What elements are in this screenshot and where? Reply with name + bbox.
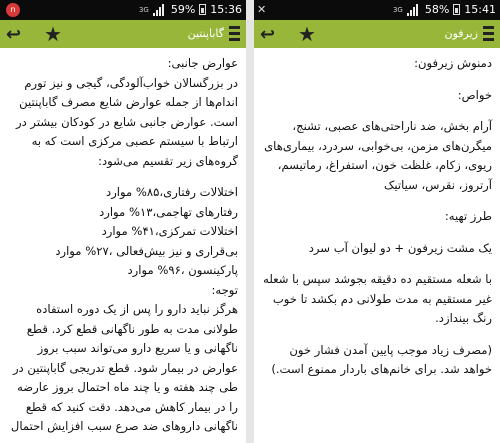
- section-heading: طرز تهیه:: [444, 209, 492, 223]
- network-type: 3G: [138, 5, 149, 14]
- action-bar: ↩ ★ گاباپنتین: [0, 20, 246, 48]
- list-item: رفتارهای تهاجمی،۱۳% موارد: [99, 204, 238, 219]
- section-heading: دمنوش زیرفون:: [414, 56, 492, 70]
- list-item: اختلالات رفتاری،۸۵% موارد: [106, 185, 238, 199]
- list-item: پارکینسون ،۹۶% موارد: [127, 263, 238, 277]
- list-item: بی‌قراری و نیز بیش‌فعالی ،۲۷% موارد: [55, 243, 238, 258]
- network-type: 3G: [392, 5, 403, 14]
- screen-divider: [246, 0, 254, 443]
- battery-percent: 58%: [424, 3, 450, 16]
- action-bar: ↩ ★ زیرفون: [254, 20, 500, 48]
- paragraph: (مصرف زیاد موجب پایین آمدن فشار خون خواه…: [271, 342, 492, 377]
- page-title: زیرفون: [444, 27, 478, 40]
- notification-icon: n: [6, 3, 20, 17]
- left-screen: n 3G 59% 15:36 ↩ ★ گاباپنتین عوارض جانبی…: [0, 0, 246, 443]
- back-arrow-icon[interactable]: ↩: [6, 24, 21, 45]
- paragraph: با شعله مستقیم ده دقیقه بجوشد سپس با شعل…: [263, 272, 492, 325]
- favorite-star-icon[interactable]: ★: [298, 22, 316, 46]
- battery-percent: 59%: [170, 3, 196, 16]
- status-bar: n 3G 59% 15:36: [0, 0, 246, 20]
- paragraph: آرام بخش، ضد ناراحتی‌های عصبی، تشنج، میگ…: [264, 119, 492, 192]
- section-heading: عوارض جانبی:: [167, 56, 238, 70]
- favorite-star-icon[interactable]: ★: [44, 22, 62, 46]
- article-content: عوارض جانبی: در بزرگسالان خواب‌آلودگی، گ…: [0, 48, 246, 443]
- mute-icon: ✕: [257, 3, 267, 16]
- clock: 15:41: [464, 3, 496, 16]
- battery-icon: [453, 4, 461, 15]
- signal-icon: [406, 3, 421, 16]
- section-heading: توجه:: [211, 282, 238, 297]
- page-title: گاباپنتین: [187, 27, 224, 40]
- paragraph: یک مشت زیرفون + دو لیوان آب سرد: [308, 240, 492, 255]
- back-arrow-icon[interactable]: ↩: [260, 24, 275, 45]
- section-heading: خواص:: [457, 87, 492, 102]
- status-bar: ✕ 3G 58% 15:41: [254, 0, 500, 20]
- battery-icon: [199, 4, 207, 15]
- signal-icon: [152, 3, 167, 16]
- right-screen: ✕ 3G 58% 15:41 ↩ ★ زیرفون دمنوش زیرفون: …: [254, 0, 500, 443]
- list-item: اختلالات تمرکزی،۴۱% موارد: [101, 224, 238, 238]
- article-content: دمنوش زیرفون: خواص: آرام بخش، ضد ناراحتی…: [254, 48, 500, 380]
- paragraph: در بزرگسالان خواب‌آلودگی، گیجی و نیز تور…: [15, 75, 238, 168]
- paragraph: هرگز نباید دارو را پس از یک دوره استفاده…: [10, 302, 238, 443]
- hamburger-menu-icon[interactable]: [483, 26, 494, 41]
- clock: 15:36: [210, 3, 242, 16]
- hamburger-menu-icon[interactable]: [229, 26, 240, 41]
